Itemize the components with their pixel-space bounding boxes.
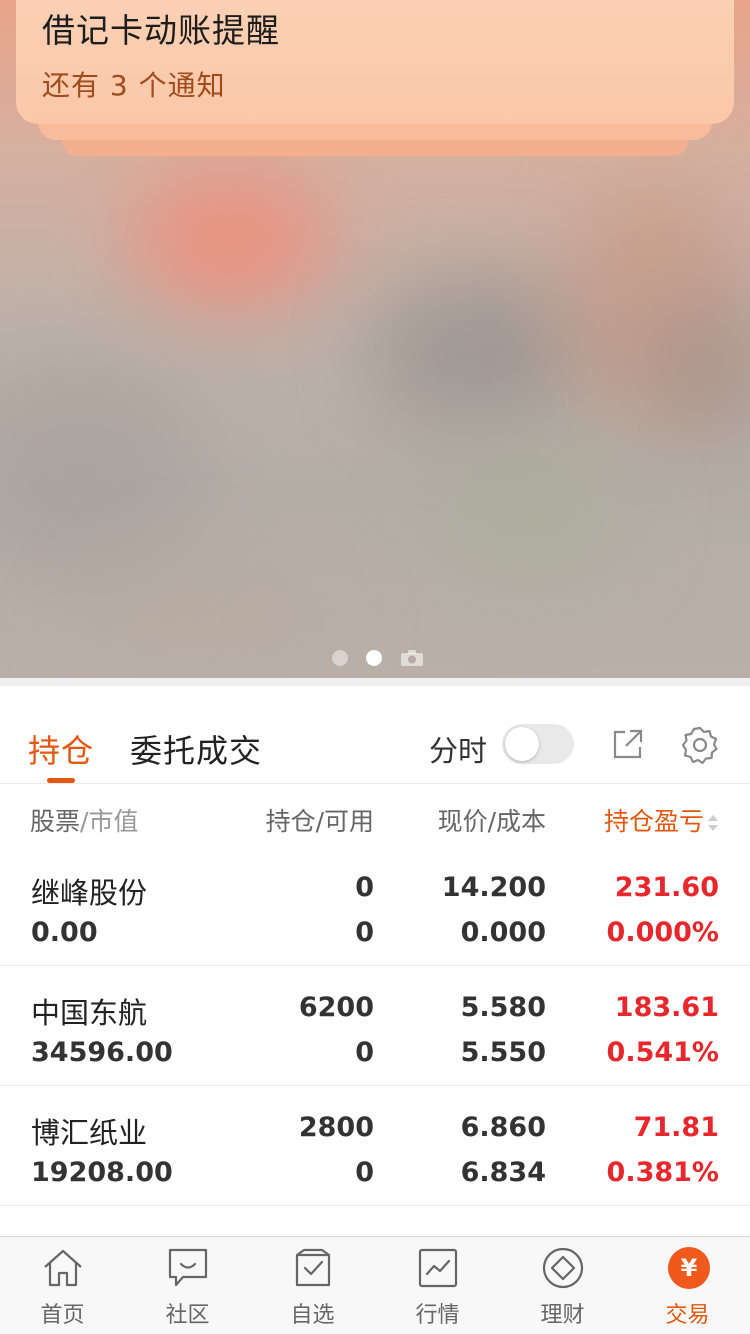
current-price: 5.580: [460, 992, 546, 1023]
pnl-percent: 0.000%: [606, 917, 719, 948]
position: 2800: [298, 1112, 374, 1143]
sort-icon: [706, 810, 720, 831]
tab-finance[interactable]: 理财: [500, 1237, 625, 1334]
table-row[interactable]: 继峰股份 0.00 0 0 14.200 0.000 231.60 0.000%: [0, 846, 750, 966]
panel-tabs: 持仓 委托成交 分时: [0, 704, 750, 784]
tab-finance-label: 理财: [540, 1303, 585, 1328]
available: 0: [355, 917, 374, 948]
tab-market-label: 行情: [415, 1303, 460, 1328]
cost-price: 0.000: [460, 917, 546, 948]
available: 0: [355, 1037, 374, 1068]
stock-name: 继峰股份: [31, 876, 148, 910]
diamond-icon: [542, 1247, 584, 1289]
notification-card[interactable]: 借记卡动账提醒 还有 3 个通知: [16, 0, 734, 124]
tab-community[interactable]: 社区: [125, 1237, 250, 1334]
market-value: 19208.00: [31, 1157, 173, 1188]
tab-active-indicator: [47, 778, 75, 783]
tab-community-label: 社区: [165, 1303, 210, 1328]
notification-subtitle: 还有 3 个通知: [42, 69, 226, 102]
camera-icon[interactable]: [400, 649, 424, 667]
table-row[interactable]: 博汇纸业 19208.00 2800 0 6.860 6.834 71.81 0…: [0, 1086, 750, 1206]
pager-dots: [332, 648, 424, 668]
pnl-percent: 0.541%: [606, 1037, 719, 1068]
pnl-amount: 183.61: [614, 992, 719, 1023]
chat-icon: [168, 1248, 208, 1287]
tab-market[interactable]: 行情: [375, 1237, 500, 1334]
column-header-market-value: /市值: [80, 807, 139, 836]
tab-home-label: 首页: [40, 1303, 85, 1328]
notification-title: 借记卡动账提醒: [42, 11, 280, 50]
column-header-position: 持仓/可用: [265, 807, 374, 836]
holdings-panel: 持仓 委托成交 分时 股票/市值 持仓/可用 现价/成本 持仓盈亏 继峰股份 0…: [0, 686, 750, 1236]
yuan-icon: ¥: [668, 1247, 710, 1289]
position: 6200: [298, 992, 374, 1023]
market-value: 34596.00: [31, 1037, 173, 1068]
current-price: 6.860: [460, 1112, 546, 1143]
gear-icon[interactable]: [680, 725, 720, 765]
current-price: 14.200: [441, 872, 546, 903]
pnl-percent: 0.381%: [606, 1157, 719, 1188]
pager-dot[interactable]: [332, 650, 348, 666]
home-icon: [44, 1249, 82, 1287]
tab-watchlist[interactable]: 自选: [250, 1237, 375, 1334]
position: 0: [355, 872, 374, 903]
column-header-price-cost: 现价/成本: [437, 807, 546, 836]
bottom-tab-bar: 首页 社区 自选 行情 理财 ¥ 交易: [0, 1236, 750, 1334]
holdings-table: 继峰股份 0.00 0 0 14.200 0.000 231.60 0.000%…: [0, 846, 750, 1266]
stock-name: 中国东航: [31, 996, 148, 1030]
toggle-knob: [505, 727, 539, 761]
intraday-toggle[interactable]: [502, 724, 574, 764]
column-header-stock-label: 股票: [30, 807, 81, 836]
tab-orders[interactable]: 委托成交: [130, 726, 262, 772]
stock-name: 博汇纸业: [31, 1116, 148, 1150]
watchlist-icon: [295, 1248, 331, 1287]
market-value: 0.00: [31, 917, 98, 948]
cost-price: 6.834: [460, 1157, 546, 1188]
table-row[interactable]: 中国东航 34596.00 6200 0 5.580 5.550 183.61 …: [0, 966, 750, 1086]
tab-home[interactable]: 首页: [0, 1237, 125, 1334]
tab-holdings[interactable]: 持仓: [28, 726, 94, 772]
divider: [0, 678, 750, 686]
available: 0: [355, 1157, 374, 1188]
cost-price: 5.550: [460, 1037, 546, 1068]
pager-dot-active[interactable]: [366, 650, 382, 666]
tab-trade[interactable]: ¥ 交易: [625, 1237, 750, 1334]
intraday-label: 分时: [429, 734, 488, 768]
tab-trade-label: 交易: [665, 1303, 710, 1328]
share-icon[interactable]: [610, 726, 646, 762]
pnl-amount: 71.81: [633, 1112, 719, 1143]
tab-watchlist-label: 自选: [290, 1303, 335, 1328]
column-header-pnl-label: 持仓盈亏: [603, 807, 704, 836]
pnl-amount: 231.60: [614, 872, 719, 903]
background-banner: 借记卡动账提醒 还有 3 个通知: [0, 0, 750, 678]
chart-icon: [418, 1248, 458, 1288]
column-header-stock: 股票/市值: [30, 802, 138, 838]
column-header-pnl[interactable]: 持仓盈亏: [604, 802, 720, 838]
